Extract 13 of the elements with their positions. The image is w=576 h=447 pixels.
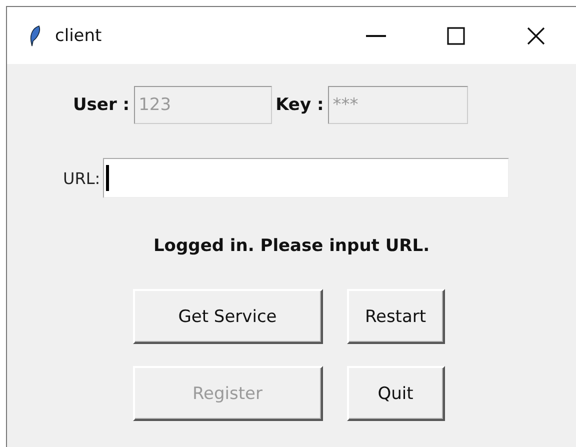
minimize-icon[interactable]: [366, 34, 386, 36]
action-button[interactable]: Get Service: [132, 289, 322, 344]
status-message: Logged in. Please input URL.: [153, 236, 430, 256]
maximize-icon[interactable]: [447, 26, 465, 44]
window-title: client: [55, 26, 103, 46]
action-button[interactable]: Restart: [346, 289, 444, 344]
url-field[interactable]: [103, 158, 510, 198]
close-icon[interactable]: [527, 26, 545, 44]
feather-icon: [29, 24, 41, 46]
action-button[interactable]: Quit: [346, 366, 444, 421]
url-label: URL:: [63, 168, 100, 188]
field-label: Key :: [276, 95, 324, 115]
field-label: User :: [73, 95, 130, 115]
